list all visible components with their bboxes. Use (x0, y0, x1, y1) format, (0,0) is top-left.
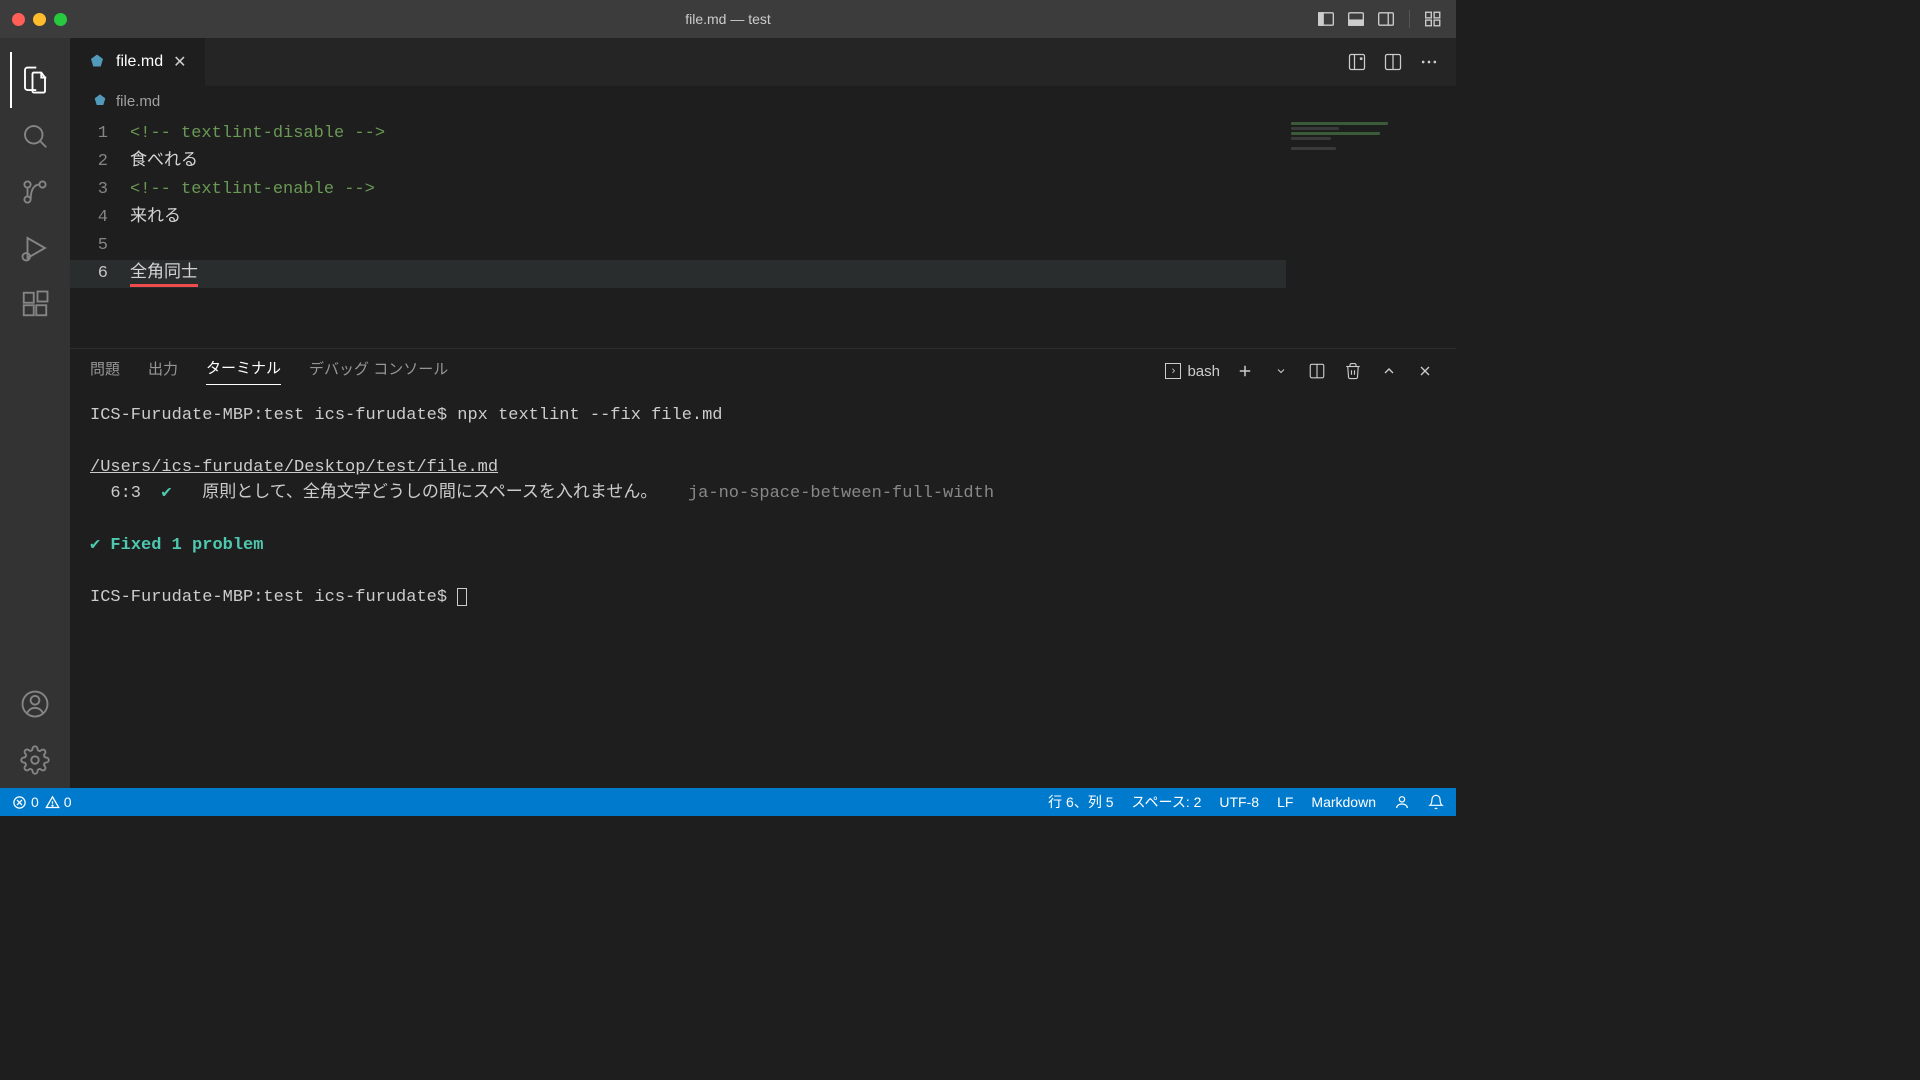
more-actions-icon[interactable] (1416, 49, 1442, 75)
line-number: 5 (70, 232, 130, 260)
warning-count: 0 (64, 794, 72, 810)
error-icon (12, 795, 27, 810)
status-errors[interactable]: 0 (12, 794, 39, 810)
markdown-file-icon (88, 53, 106, 71)
window-title: file.md — test (685, 11, 771, 27)
code-line[interactable]: 2食べれる (70, 148, 1286, 176)
panel-tab-output[interactable]: 出力 (148, 358, 178, 385)
extensions-icon[interactable] (11, 276, 59, 332)
settings-gear-icon[interactable] (11, 732, 59, 788)
code-editor[interactable]: 1<!-- textlint-disable -->2食べれる3<!-- tex… (70, 116, 1286, 348)
minimize-window-button[interactable] (33, 13, 46, 26)
terminal-command: npx textlint --fix file.md (457, 406, 722, 425)
shell-name: bash (1187, 363, 1220, 380)
run-debug-icon[interactable] (11, 220, 59, 276)
status-warnings[interactable]: 0 (45, 794, 72, 810)
status-cursor-position[interactable]: 行 6、列 5 (1048, 792, 1113, 812)
editor-tab-file-md[interactable]: file.md ✕ (70, 38, 206, 86)
error-count: 0 (31, 794, 39, 810)
code-content: 来れる (130, 204, 1286, 232)
panel-tab-problems[interactable]: 問題 (90, 358, 120, 385)
terminal-output[interactable]: ICS-Furudate-MBP:test ics-furudate$ npx … (70, 393, 1456, 788)
line-number: 1 (70, 120, 130, 148)
split-terminal-icon[interactable] (1306, 360, 1328, 382)
status-indentation[interactable]: スペース: 2 (1132, 792, 1202, 812)
code-line[interactable]: 4来れる (70, 204, 1286, 232)
code-line[interactable]: 6全角同士 (70, 260, 1286, 288)
search-icon[interactable] (11, 108, 59, 164)
code-content: 全角同士 (130, 260, 1286, 288)
code-line[interactable]: 5 (70, 232, 1286, 260)
markdown-file-icon (92, 93, 108, 109)
terminal-prompt: ICS-Furudate-MBP:test ics-furudate$ (90, 588, 457, 607)
line-number: 4 (70, 204, 130, 232)
terminal-shell-selector[interactable]: › bash (1165, 363, 1220, 380)
code-line[interactable]: 1<!-- textlint-disable --> (70, 120, 1286, 148)
panel-tab-terminal[interactable]: ターミナル (206, 357, 281, 385)
tab-label: file.md (116, 53, 163, 71)
layout-primary-side-icon[interactable] (1315, 8, 1337, 30)
status-bar: 0 0 行 6、列 5 スペース: 2 UTF-8 LF Markdown (0, 788, 1456, 816)
code-content: <!-- textlint-enable --> (130, 176, 1286, 204)
breadcrumb-filename: file.md (116, 93, 160, 110)
terminal-cursor (457, 588, 467, 606)
bottom-panel: 問題 出力 ターミナル デバッグ コンソール › bash (70, 348, 1456, 788)
code-content: 食べれる (130, 148, 1286, 176)
panel-tab-debug[interactable]: デバッグ コンソール (309, 358, 448, 385)
layout-secondary-side-icon[interactable] (1375, 8, 1397, 30)
lint-message: 原則として、全角文字どうしの間にスペースを入れません。 (172, 484, 688, 503)
close-window-button[interactable] (12, 13, 25, 26)
close-panel-icon[interactable] (1414, 360, 1436, 382)
separator (1409, 10, 1410, 28)
editor-tabs: file.md ✕ (70, 38, 1456, 86)
titlebar: file.md — test (0, 0, 1456, 38)
close-tab-icon[interactable]: ✕ (173, 52, 186, 72)
terminal-dropdown-icon[interactable] (1270, 360, 1292, 382)
kill-terminal-icon[interactable] (1342, 360, 1364, 382)
line-number: 2 (70, 148, 130, 176)
terminal-icon: › (1165, 363, 1181, 379)
terminal-prompt: ICS-Furudate-MBP:test ics-furudate$ (90, 406, 457, 425)
breadcrumb[interactable]: file.md (70, 86, 1456, 116)
lint-rule: ja-no-space-between-full-width (688, 484, 994, 503)
accounts-icon[interactable] (11, 676, 59, 732)
line-number: 3 (70, 176, 130, 204)
window-controls (12, 13, 67, 26)
fixed-summary: ✔ Fixed 1 problem (90, 536, 263, 555)
compare-changes-icon[interactable] (1344, 49, 1370, 75)
new-terminal-icon[interactable] (1234, 360, 1256, 382)
source-control-icon[interactable] (11, 164, 59, 220)
layout-panel-icon[interactable] (1345, 8, 1367, 30)
split-editor-icon[interactable] (1380, 49, 1406, 75)
feedback-icon[interactable] (1394, 794, 1410, 810)
lint-location: 6:3 (90, 484, 161, 503)
explorer-icon[interactable] (10, 52, 58, 108)
code-content: <!-- textlint-disable --> (130, 120, 1286, 148)
terminal-filepath: /Users/ics-furudate/Desktop/test/file.md (90, 458, 498, 477)
minimap[interactable] (1286, 116, 1456, 348)
customize-layout-icon[interactable] (1422, 8, 1444, 30)
maximize-window-button[interactable] (54, 13, 67, 26)
code-line[interactable]: 3<!-- textlint-enable --> (70, 176, 1286, 204)
line-number: 6 (70, 260, 130, 288)
warning-icon (45, 795, 60, 810)
activity-bar (0, 38, 70, 788)
maximize-panel-icon[interactable] (1378, 360, 1400, 382)
code-content (130, 232, 1286, 260)
status-language[interactable]: Markdown (1311, 794, 1376, 810)
notifications-icon[interactable] (1428, 794, 1444, 810)
status-eol[interactable]: LF (1277, 794, 1293, 810)
status-encoding[interactable]: UTF-8 (1219, 794, 1259, 810)
check-icon: ✔ (161, 484, 171, 503)
